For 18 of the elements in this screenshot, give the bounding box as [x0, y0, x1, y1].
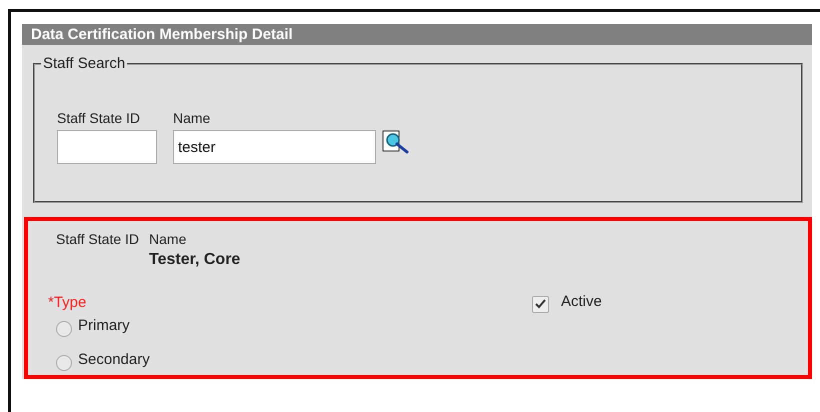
check-icon: [535, 299, 546, 309]
input-field[interactable]: [57, 130, 157, 164]
type-label: *Type: [48, 294, 88, 310]
panel-title: Data Certification Membership Detail: [22, 24, 812, 45]
group-legend: Staff Search: [41, 55, 128, 72]
radio-label: Primary: [78, 317, 130, 334]
field-label: Name: [173, 110, 212, 126]
radio-button[interactable]: [56, 354, 72, 370]
radio-button[interactable]: [56, 320, 72, 336]
checkbox[interactable]: [532, 296, 549, 312]
column-label: Staff State ID: [56, 231, 140, 247]
input-field[interactable]: tester: [173, 130, 376, 164]
search-icon[interactable]: [382, 130, 410, 154]
checkbox-label: Active: [561, 292, 602, 310]
radio-label: Secondary: [78, 351, 150, 368]
staff-name: Tester, Core: [149, 251, 240, 269]
field-label: Staff State ID: [57, 110, 142, 126]
column-label: Name: [149, 231, 188, 247]
